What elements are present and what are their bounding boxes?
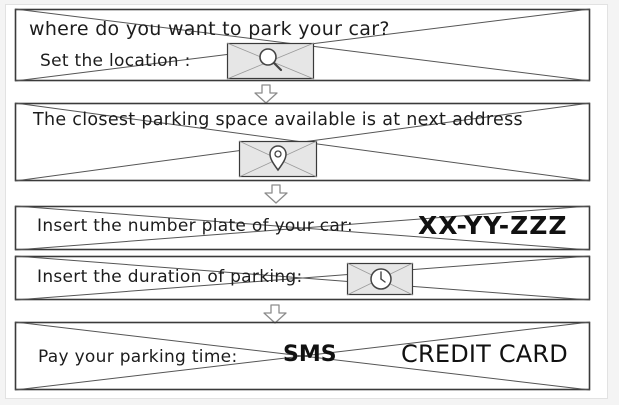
closest-parking-panel: The closest parking space available is a… [14, 102, 591, 182]
credit-card-payment-option[interactable]: CREDIT CARD [401, 340, 568, 368]
duration-panel: Insert the duration of parking: [14, 255, 591, 301]
number-plate-panel: Insert the number plate of your car: XX-… [14, 205, 591, 251]
search-icon [259, 48, 283, 72]
sms-payment-option[interactable]: SMS [283, 342, 337, 367]
duration-label: Insert the duration of parking: [37, 267, 303, 287]
map-pin-icon [269, 145, 287, 172]
set-location-label: Set the location : [40, 51, 191, 71]
closest-parking-text: The closest parking space available is a… [33, 110, 523, 130]
flow-arrow-2 [263, 184, 289, 204]
location-question: where do you want to park your car? [29, 18, 390, 40]
number-plate-value[interactable]: XX-YY-ZZZ [418, 211, 568, 240]
location-search-button[interactable] [226, 42, 315, 80]
payment-panel: Pay your parking time: SMS CREDIT CARD [14, 321, 591, 391]
location-panel: where do you want to park your car? Set … [14, 8, 591, 82]
map-location-image[interactable] [238, 140, 318, 178]
flow-arrow-1 [253, 84, 279, 104]
duration-picker-button[interactable] [346, 262, 414, 296]
wireframe-canvas: where do you want to park your car? Set … [5, 4, 608, 399]
clock-icon [370, 268, 392, 290]
number-plate-label: Insert the number plate of your car: [37, 216, 354, 236]
flow-arrow-3 [262, 304, 288, 324]
payment-label: Pay your parking time: [38, 347, 238, 367]
